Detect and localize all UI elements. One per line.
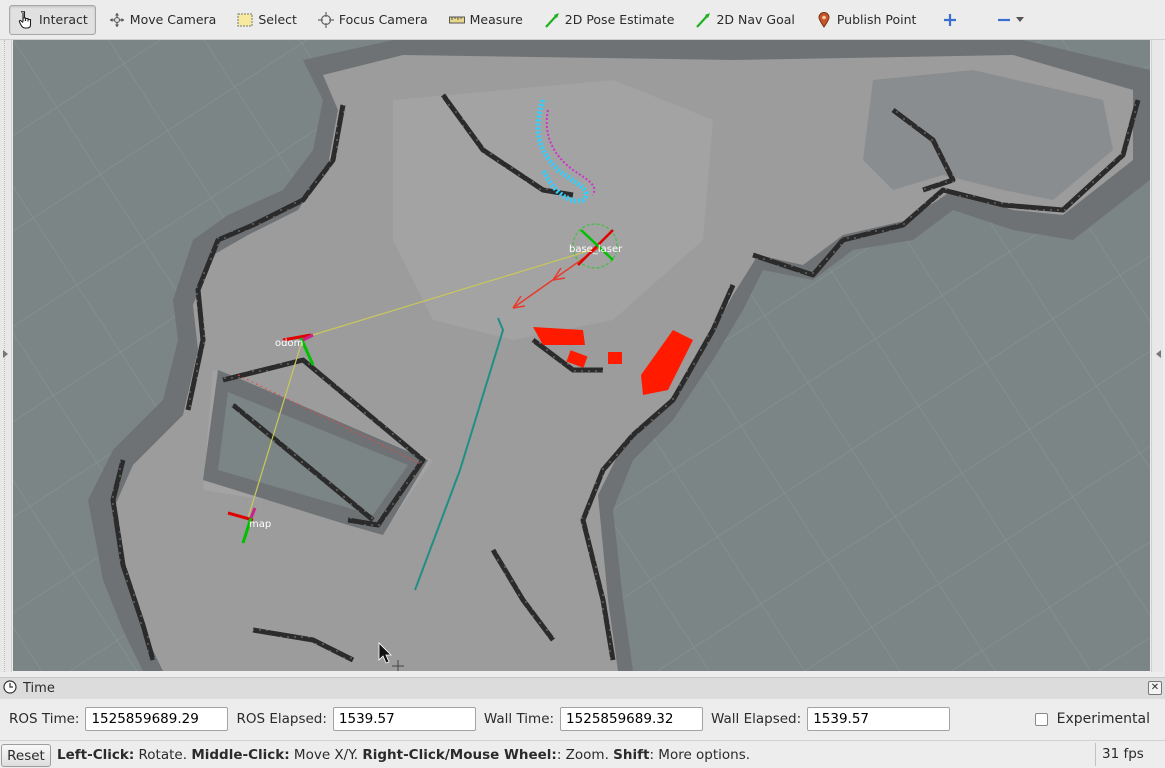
wall-elapsed-label: Wall Elapsed: <box>711 711 802 727</box>
frame-label-odom: odom <box>275 338 303 349</box>
minus-icon <box>995 11 1013 29</box>
select-tool-button[interactable]: Select <box>228 5 305 35</box>
help-shift: Shift <box>613 747 650 763</box>
fps-counter: 31 fps <box>1095 743 1153 766</box>
left-dock-handle[interactable] <box>0 40 12 672</box>
reset-button[interactable]: Reset <box>1 744 51 767</box>
ros-time-field[interactable] <box>85 707 229 731</box>
ros-time-label: ROS Time: <box>9 711 80 727</box>
ruler-icon <box>448 11 466 29</box>
help-move: Move X/Y. <box>289 747 363 763</box>
expand-left-icon <box>3 350 8 358</box>
measure-tool-button[interactable]: Measure <box>440 5 531 35</box>
help-rotate: Rotate. <box>134 747 192 763</box>
wall-time-label: Wall Time: <box>483 711 555 727</box>
time-panel-header: Time ✕ <box>0 677 1165 699</box>
map-pin-icon <box>815 11 833 29</box>
help-middle-click: Middle-Click: <box>191 747 290 763</box>
close-icon: ✕ <box>1150 682 1160 693</box>
publish-point-tool-button[interactable]: Publish Point <box>807 5 925 35</box>
publish-point-tool-label: Publish Point <box>836 12 917 27</box>
select-rect-icon <box>236 11 254 29</box>
hand-pointer-icon <box>17 10 35 29</box>
toolbar: Interact Move Camera Select Focus Camera… <box>0 0 1165 40</box>
2d-nav-goal-tool-label: 2D Nav Goal <box>716 12 795 27</box>
move-camera-tool-label: Move Camera <box>129 12 217 27</box>
focus-camera-tool-label: Focus Camera <box>338 12 428 27</box>
interact-tool-button[interactable]: Interact <box>9 4 96 35</box>
experimental-label: Experimental <box>1056 711 1150 727</box>
help-right-click: Right-Click/Mouse Wheel: <box>362 747 557 763</box>
2d-nav-goal-tool-button[interactable]: 2D Nav Goal <box>686 5 802 35</box>
status-bar: Reset Left-Click: Rotate. Middle-Click: … <box>0 740 1165 768</box>
chevron-down-icon <box>1015 11 1025 29</box>
plus-icon <box>941 11 959 29</box>
wall-time-field[interactable] <box>560 707 704 731</box>
experimental-toggle[interactable]: Experimental <box>1034 711 1150 727</box>
map-canvas[interactable]: base_laser odom map <box>13 40 1150 671</box>
measure-tool-label: Measure <box>469 12 523 27</box>
ros-elapsed-label: ROS Elapsed: <box>236 711 327 727</box>
frame-label-map: map <box>249 519 271 530</box>
green-arrow-icon <box>694 11 712 29</box>
clock-icon <box>3 679 17 698</box>
focus-crosshair-icon <box>317 11 335 29</box>
help-left-click: Left-Click: <box>57 747 135 763</box>
2d-pose-estimate-tool-button[interactable]: 2D Pose Estimate <box>535 5 683 35</box>
frame-label-base-laser: base_laser <box>569 244 623 255</box>
expand-right-icon <box>1156 350 1161 358</box>
right-dock-handle[interactable] <box>1151 40 1163 672</box>
2d-pose-estimate-tool-label: 2D Pose Estimate <box>564 12 675 27</box>
move-camera-icon <box>108 11 126 29</box>
time-panel: ROS Time: ROS Elapsed: Wall Time: Wall E… <box>0 700 1165 738</box>
wall-elapsed-field[interactable] <box>807 707 951 731</box>
time-panel-title: Time <box>23 681 55 696</box>
remove-tool-button[interactable] <box>988 5 1036 35</box>
interact-tool-label: Interact <box>39 12 88 27</box>
move-camera-tool-button[interactable]: Move Camera <box>100 5 225 35</box>
focus-camera-tool-button[interactable]: Focus Camera <box>309 5 436 35</box>
close-time-panel-button[interactable]: ✕ <box>1148 681 1162 695</box>
experimental-checkbox[interactable] <box>1034 712 1048 726</box>
help-zoom: : Zoom. <box>556 747 614 763</box>
ros-elapsed-field[interactable] <box>332 707 476 731</box>
mouse-help-text: Left-Click: Rotate. Middle-Click: Move X… <box>57 747 750 763</box>
select-tool-label: Select <box>258 12 297 27</box>
help-more: : More options. <box>649 747 751 763</box>
add-tool-button[interactable] <box>934 5 966 35</box>
green-arrow-icon <box>543 11 561 29</box>
render-viewport[interactable]: base_laser odom map <box>13 40 1150 671</box>
